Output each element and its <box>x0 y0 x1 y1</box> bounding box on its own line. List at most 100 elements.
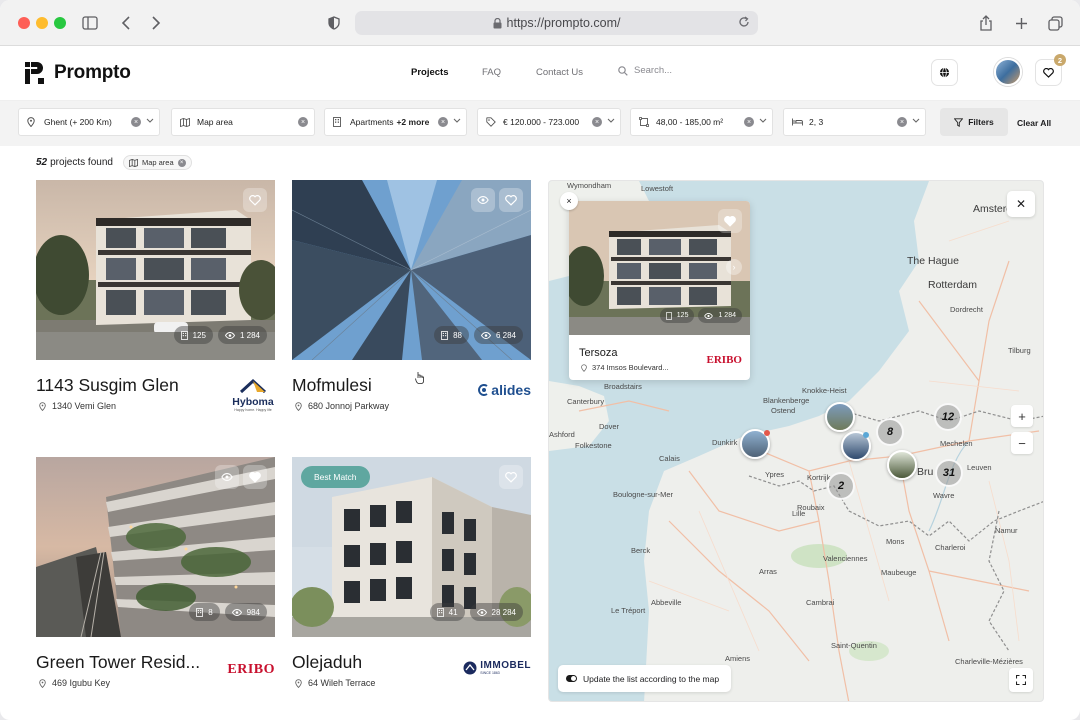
map-cluster-marker[interactable]: 12 <box>934 403 962 431</box>
property-type-filter[interactable]: Apartments +2 more × <box>324 108 467 136</box>
favorite-button[interactable] <box>499 188 523 212</box>
chevron-right-icon[interactable]: › <box>726 259 742 275</box>
clear-map-area-icon[interactable]: × <box>298 117 308 127</box>
heart-filled-icon <box>249 471 261 483</box>
reload-icon[interactable] <box>738 16 750 28</box>
price-tag-icon <box>486 117 498 127</box>
project-image[interactable]: 8 984 <box>36 457 275 637</box>
prompto-logo[interactable]: Prompto <box>24 61 131 85</box>
project-map-pin[interactable] <box>887 450 917 480</box>
sidebar-toggle-icon[interactable] <box>80 13 100 33</box>
price-filter[interactable]: € 120.000 - 723.000 × <box>477 108 621 136</box>
project-title[interactable]: 1143 Susgim Glen <box>36 375 206 396</box>
map-city-label: Berck <box>631 546 651 555</box>
address-bar[interactable]: https://prompto.com/ <box>355 11 758 35</box>
tab-overview-icon[interactable] <box>1045 13 1065 33</box>
clear-price-icon[interactable]: × <box>592 117 602 127</box>
chevron-down-icon[interactable] <box>146 118 154 123</box>
project-card[interactable]: 88 6 284 Mofmulesi 680 Jonnoj Parkway al… <box>292 180 531 411</box>
bedrooms-filter[interactable]: 2, 3 × <box>783 108 926 136</box>
clear-all-link[interactable]: Clear All <box>1017 118 1051 128</box>
fullscreen-button[interactable] <box>1009 668 1033 692</box>
map-area-chip[interactable]: Map area × <box>122 155 192 170</box>
project-image[interactable]: 88 6 284 <box>292 180 531 360</box>
project-address: 64 Wileh Terrace <box>295 678 375 688</box>
share-icon[interactable] <box>976 13 996 33</box>
nav-faq[interactable]: FAQ <box>482 67 536 78</box>
toggle-switch[interactable] <box>566 675 577 682</box>
map-cluster-marker[interactable]: 31 <box>935 459 963 487</box>
project-card[interactable]: 8 984 Green Tower Resid... 469 Igubu Key… <box>36 457 275 688</box>
price-value: € 120.000 - 723.000 <box>503 117 580 127</box>
map-area-filter[interactable]: Map area × <box>171 108 315 136</box>
heart-icon <box>505 471 517 483</box>
popup-project-image[interactable]: › 125 1 284 <box>569 201 750 335</box>
project-title[interactable]: Green Tower Resid... <box>36 652 206 673</box>
map-city-label: Ostend <box>771 406 796 415</box>
chevron-down-icon[interactable] <box>453 118 461 123</box>
map-city-label: Ashford <box>549 430 575 439</box>
surface-area-filter[interactable]: 48,00 - 185,00 m² × <box>630 108 773 136</box>
favorite-button[interactable] <box>718 209 742 233</box>
map-project-popup[interactable]: › 125 1 284 Tersoza 374 Imsos Boulevard.… <box>569 201 750 380</box>
project-address-text: 1340 Vemi Glen <box>52 401 117 411</box>
units-count: 125 <box>676 312 689 319</box>
map-cluster-marker[interactable]: 8 <box>876 418 904 446</box>
project-map-pin[interactable] <box>825 402 855 432</box>
view-tour-button[interactable] <box>215 465 239 489</box>
browser-window: https://prompto.com/ Prompto Projects FA… <box>0 0 1080 720</box>
favorite-button[interactable] <box>243 465 267 489</box>
developer-logo-eribo: ERIBO <box>227 660 275 678</box>
close-popup-icon[interactable]: × <box>560 192 578 210</box>
project-title[interactable]: Olejaduh <box>292 652 462 673</box>
location-filter[interactable]: Ghent (+ 200 Km) × <box>18 108 160 136</box>
nav-contact-us[interactable]: Contact Us <box>536 67 619 78</box>
filters-button[interactable]: Filters <box>940 108 1008 136</box>
favorite-button[interactable] <box>499 465 523 489</box>
map-city-label: Rotterdam <box>928 279 978 291</box>
zoom-in-button[interactable]: + <box>1011 405 1033 427</box>
favorite-button[interactable] <box>243 188 267 212</box>
clear-type-icon[interactable]: × <box>438 117 448 127</box>
clear-location-icon[interactable]: × <box>131 117 141 127</box>
remove-chip-icon[interactable]: × <box>177 158 186 167</box>
nav-projects[interactable]: Projects <box>411 67 482 78</box>
chevron-down-icon[interactable] <box>759 118 767 123</box>
popup-project-title[interactable]: Tersoza <box>579 347 618 359</box>
project-image[interactable]: 125 1 284 <box>36 180 275 360</box>
chevron-down-icon[interactable] <box>912 118 920 123</box>
back-icon[interactable] <box>116 13 136 33</box>
shield-icon[interactable] <box>324 13 344 33</box>
language-button[interactable] <box>931 59 958 86</box>
view-tour-button[interactable] <box>471 188 495 212</box>
chevron-down-icon[interactable] <box>607 118 615 123</box>
maximize-window-button[interactable] <box>54 17 66 29</box>
favorites-button[interactable]: 2 <box>1035 54 1066 86</box>
project-card[interactable]: Best Match 41 28 284 Olejaduh 64 Wileh T… <box>292 457 531 688</box>
map-panel[interactable]: Wymondham Lowestoft Amsterdam The Hague … <box>548 180 1044 702</box>
map-city-label: Roubaix <box>797 503 825 512</box>
clear-bedrooms-icon[interactable]: × <box>897 117 907 127</box>
project-card[interactable]: 125 1 284 1143 Susgim Glen 1340 Vemi Gle… <box>36 180 275 412</box>
map-cluster-marker[interactable]: 2 <box>827 472 855 500</box>
minimize-window-button[interactable] <box>36 17 48 29</box>
close-map-button[interactable]: ✕ <box>1007 191 1035 217</box>
search-field[interactable]: Search... <box>618 65 672 76</box>
project-title[interactable]: Mofmulesi <box>292 375 462 396</box>
avatar[interactable] <box>994 58 1022 86</box>
building-icon <box>333 117 345 127</box>
forward-icon[interactable] <box>146 13 166 33</box>
close-window-button[interactable] <box>18 17 30 29</box>
project-image[interactable]: Best Match 41 28 284 <box>292 457 531 637</box>
views-pill: 6 284 <box>473 326 523 344</box>
close-icon: ✕ <box>1015 197 1027 211</box>
map-icon <box>129 158 138 167</box>
clear-area-icon[interactable]: × <box>744 117 754 127</box>
best-match-badge: Best Match <box>301 466 370 488</box>
zoom-out-button[interactable]: − <box>1011 432 1033 454</box>
map-city-label: Dunkirk <box>712 438 738 447</box>
map-city-label: Leuven <box>967 463 992 472</box>
map-pin-indicator-dot <box>764 430 770 436</box>
new-tab-icon[interactable] <box>1011 13 1031 33</box>
update-list-toggle[interactable]: Update the list according to the map <box>558 665 732 692</box>
